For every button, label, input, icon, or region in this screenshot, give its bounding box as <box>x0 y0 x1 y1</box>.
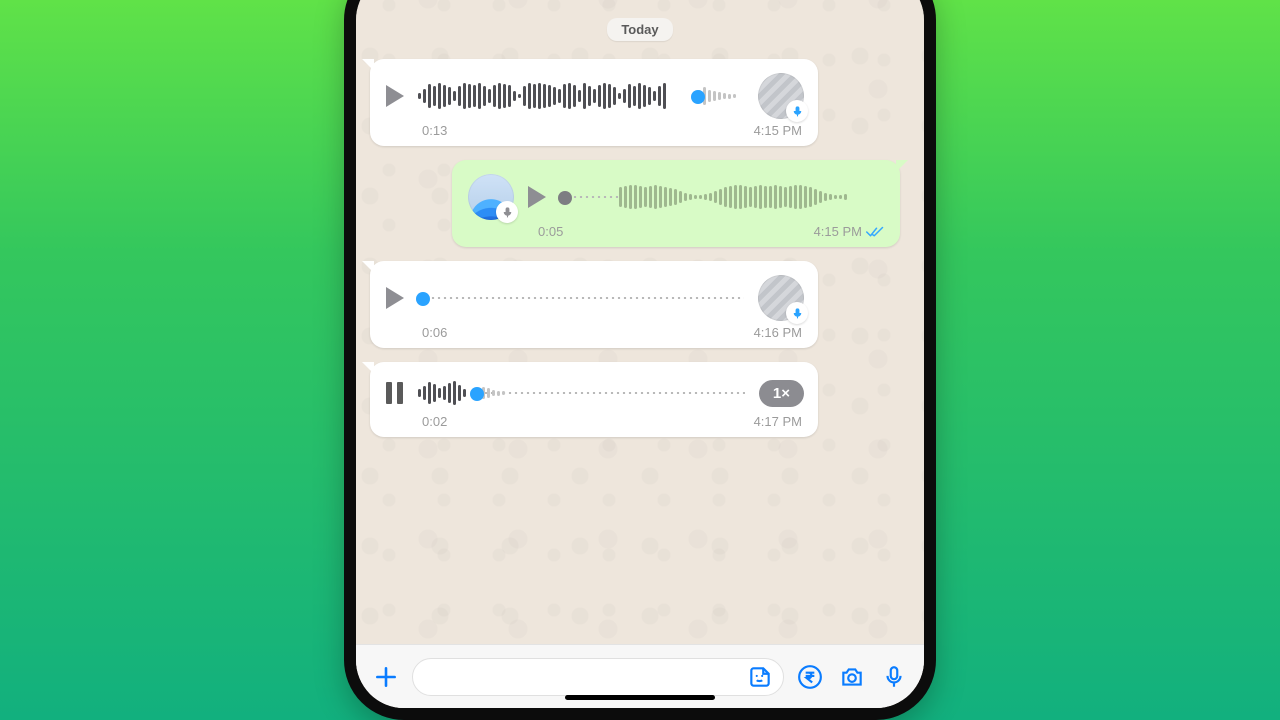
pause-button[interactable] <box>386 382 404 404</box>
voice-message-incoming[interactable]: 0:13 4:15 PM <box>370 59 818 146</box>
timestamp: 4:15 PM <box>754 123 802 138</box>
waveform-played <box>418 379 477 407</box>
scrubber-knob[interactable] <box>416 292 430 306</box>
message-text-input[interactable] <box>412 658 784 696</box>
voice-message-incoming-playing[interactable]: 1× 0:02 4:17 PM <box>370 362 818 437</box>
waveform-remaining <box>698 82 744 110</box>
mic-badge-icon <box>786 100 808 122</box>
audio-track[interactable] <box>418 281 744 315</box>
read-receipt-icon <box>866 225 884 239</box>
message-input-bar <box>356 644 924 708</box>
audio-track[interactable] <box>418 376 745 410</box>
voice-message-outgoing[interactable]: 0:05 4:15 PM <box>452 160 900 247</box>
scrubber-knob[interactable] <box>470 387 484 401</box>
voice-record-button[interactable] <box>878 661 910 693</box>
chat-screen: Today 0:13 <box>356 0 924 708</box>
mic-badge-icon <box>786 302 808 324</box>
duration-label: 0:13 <box>422 123 447 138</box>
audio-track[interactable] <box>418 79 744 113</box>
date-separator: Today <box>607 18 672 41</box>
timestamp: 4:17 PM <box>754 414 802 429</box>
track-dots <box>477 392 745 394</box>
voice-message-incoming[interactable]: 0:06 4:16 PM <box>370 261 818 348</box>
payment-rupee-button[interactable] <box>794 661 826 693</box>
chat-scroll[interactable]: Today 0:13 <box>356 0 924 437</box>
play-button[interactable] <box>386 85 404 107</box>
sticker-button[interactable] <box>747 664 773 690</box>
sender-avatar[interactable] <box>758 275 804 321</box>
play-button[interactable] <box>386 287 404 309</box>
track-dots <box>418 297 744 299</box>
playback-speed-button[interactable]: 1× <box>759 380 804 407</box>
timestamp: 4:15 PM <box>814 224 862 239</box>
duration-label: 0:02 <box>422 414 447 429</box>
duration-label: 0:05 <box>538 224 563 239</box>
self-avatar[interactable] <box>468 174 514 220</box>
home-indicator[interactable] <box>565 695 715 700</box>
phone-frame: Today 0:13 <box>344 0 936 720</box>
timestamp: 4:16 PM <box>754 325 802 340</box>
play-button[interactable] <box>528 186 546 208</box>
sender-avatar[interactable] <box>758 73 804 119</box>
waveform <box>619 183 886 211</box>
mic-badge-icon <box>496 201 518 223</box>
attach-plus-button[interactable] <box>370 661 402 693</box>
camera-button[interactable] <box>836 661 868 693</box>
audio-track[interactable] <box>560 180 886 214</box>
scrubber-knob[interactable] <box>558 191 572 205</box>
duration-label: 0:06 <box>422 325 447 340</box>
